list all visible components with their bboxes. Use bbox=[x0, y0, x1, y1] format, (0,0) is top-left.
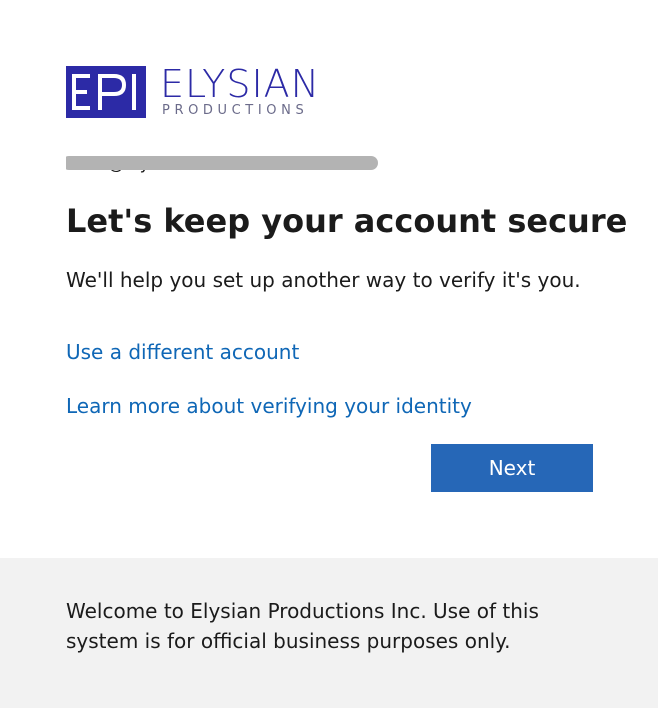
redaction-scribble bbox=[66, 156, 378, 170]
sign-in-card: ELYSIAN PRODUCTIONS twi...@elysianonline… bbox=[0, 0, 658, 558]
footer-notice: Welcome to Elysian Productions Inc. Use … bbox=[66, 599, 539, 653]
brand-tagline: PRODUCTIONS bbox=[162, 103, 309, 118]
page-description: We'll help you set up another way to ver… bbox=[66, 268, 581, 292]
footer-banner: Welcome to Elysian Productions Inc. Use … bbox=[0, 558, 658, 708]
learn-more-link[interactable]: Learn more about verifying your identity bbox=[66, 392, 472, 420]
next-button[interactable]: Next bbox=[431, 444, 593, 492]
use-different-account-link[interactable]: Use a different account bbox=[66, 338, 299, 366]
brand-name: ELYSIAN bbox=[160, 62, 321, 106]
company-logo: ELYSIAN PRODUCTIONS bbox=[66, 62, 334, 122]
account-identity: twi...@elysianonline.com bbox=[66, 152, 386, 176]
page-title: Let's keep your account secure bbox=[66, 202, 628, 240]
epi-logo-mark bbox=[66, 66, 146, 118]
